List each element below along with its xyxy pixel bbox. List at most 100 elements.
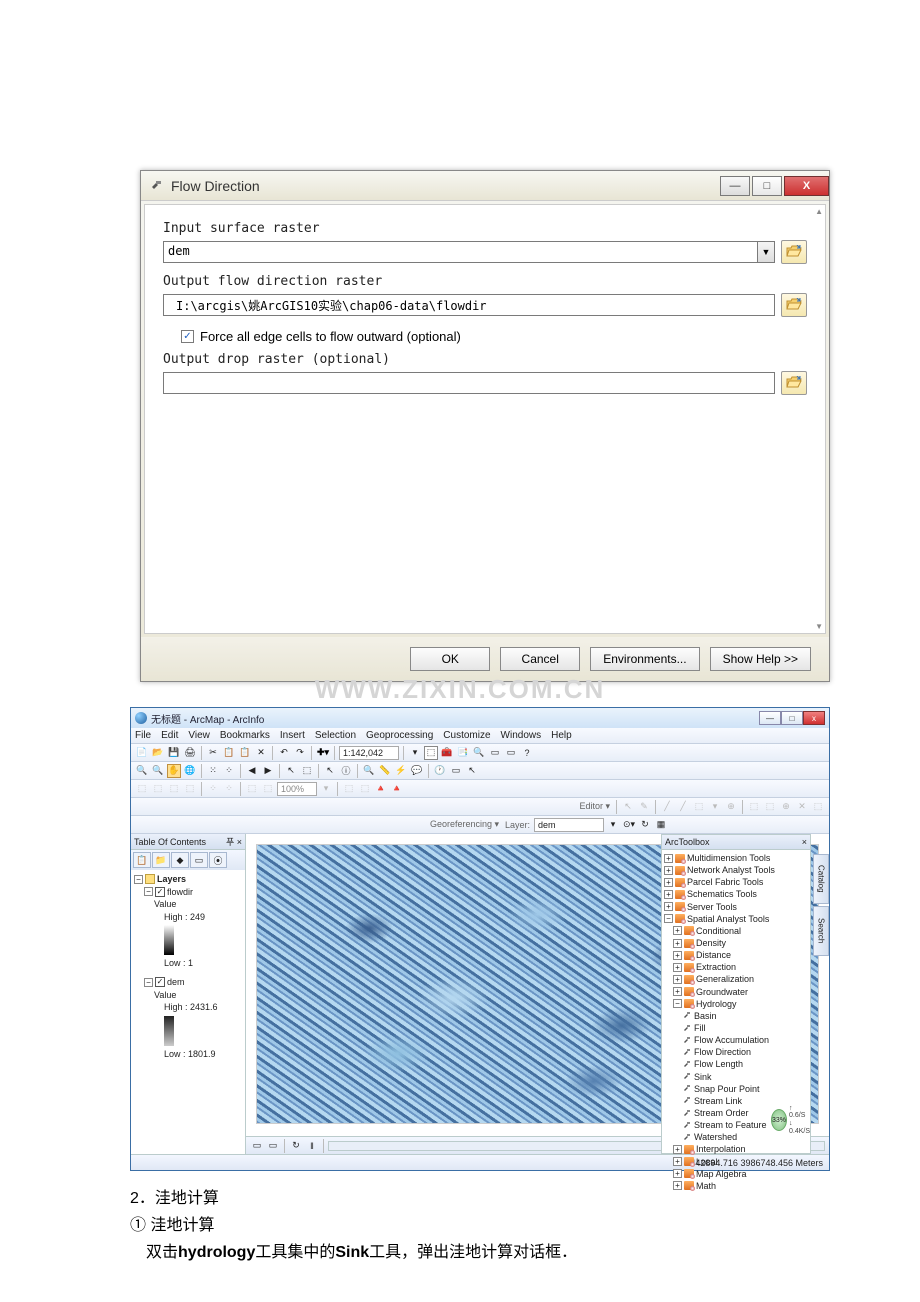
tool-node[interactable]: Flow Length	[664, 1058, 808, 1070]
data-view-icon[interactable]: ▭	[250, 1139, 264, 1153]
browse-drop-button[interactable]	[781, 371, 807, 395]
measure-icon[interactable]: 📏	[378, 764, 392, 778]
print-icon[interactable]: 🖨	[183, 746, 197, 760]
georef-label[interactable]: Georeferencing ▾	[428, 819, 501, 830]
refresh-icon[interactable]: ↻	[289, 1139, 303, 1153]
expander-icon[interactable]: −	[144, 978, 153, 987]
modelbuilder-icon[interactable]: ▭	[504, 746, 518, 760]
edit-icon[interactable]: ⬚	[811, 800, 825, 814]
expander-icon[interactable]: −	[673, 999, 682, 1008]
tool-node[interactable]: Sink	[664, 1071, 808, 1083]
ok-button[interactable]: OK	[410, 647, 490, 671]
dropdown-icon[interactable]: ▼	[757, 241, 775, 263]
copy-icon[interactable]: 📋	[222, 746, 236, 760]
menu-view[interactable]: View	[188, 730, 210, 741]
paste-icon[interactable]: 📋	[238, 746, 252, 760]
expander-icon[interactable]: +	[673, 1169, 682, 1178]
open-icon[interactable]: 📂	[151, 746, 165, 760]
layers-node[interactable]: −Layers	[134, 873, 242, 886]
scroll-down-icon[interactable]: ▼	[815, 622, 823, 631]
edit-icon[interactable]: ╱	[676, 800, 690, 814]
toolbox-node[interactable]: +Groundwater	[664, 986, 808, 998]
edit-icon[interactable]: ⬚	[692, 800, 706, 814]
toolbox-node[interactable]: +Parcel Fabric Tools	[664, 876, 808, 888]
expander-icon[interactable]: +	[664, 866, 673, 875]
find-icon[interactable]: 🔍	[362, 764, 376, 778]
minimize-button[interactable]: —	[720, 176, 750, 196]
dialog-titlebar[interactable]: Flow Direction — □ X	[141, 171, 829, 201]
expander-icon[interactable]: −	[664, 914, 673, 923]
environments-button[interactable]: Environments...	[590, 647, 699, 671]
edit-icon[interactable]: ✎	[637, 800, 651, 814]
icon[interactable]: ⬚	[342, 782, 356, 796]
menu-file[interactable]: File	[135, 730, 151, 741]
expander-icon[interactable]: −	[134, 875, 143, 884]
georef-icon[interactable]: ▾	[606, 818, 620, 832]
expander-icon[interactable]: +	[673, 1157, 682, 1166]
new-icon[interactable]: 📄	[135, 746, 149, 760]
edit-tool-icon[interactable]: ↖	[621, 800, 635, 814]
forward-icon[interactable]: ▶	[261, 764, 275, 778]
cut-icon[interactable]: ✂	[206, 746, 220, 760]
toolbox-node[interactable]: +Extraction	[664, 961, 808, 973]
menu-customize[interactable]: Customize	[443, 730, 490, 741]
scale-box[interactable]: 1:142,042	[339, 746, 399, 760]
menu-edit[interactable]: Edit	[161, 730, 178, 741]
expander-icon[interactable]: +	[673, 926, 682, 935]
arrow-icon[interactable]: ↖	[465, 764, 479, 778]
icon[interactable]: ⬚	[151, 782, 165, 796]
icon[interactable]: ⁘	[222, 782, 236, 796]
expander-icon[interactable]: +	[664, 854, 673, 863]
edit-icon[interactable]: ⬚	[763, 800, 777, 814]
expander-icon[interactable]: +	[664, 878, 673, 887]
toolbox-node[interactable]: +Local	[664, 1156, 808, 1168]
python-icon[interactable]: ▭	[488, 746, 502, 760]
edit-icon[interactable]: ▾	[708, 800, 722, 814]
icon[interactable]: ⬚	[261, 782, 275, 796]
edit-icon[interactable]: ⬚	[747, 800, 761, 814]
rotate-icon[interactable]: ↻	[638, 818, 652, 832]
browse-input-button[interactable]	[781, 240, 807, 264]
select-elements-icon[interactable]: ↖	[323, 764, 337, 778]
tool-node[interactable]: Basin	[664, 1010, 808, 1022]
link-table-icon[interactable]: ▦	[654, 818, 668, 832]
arcmap-maximize-button[interactable]: □	[781, 711, 803, 725]
toolbox-node[interactable]: +Map Algebra	[664, 1168, 808, 1180]
search-icon[interactable]: 🔍	[472, 746, 486, 760]
toolbox-node[interactable]: +Density	[664, 937, 808, 949]
html-popup-icon[interactable]: 💬	[410, 764, 424, 778]
cancel-button[interactable]: Cancel	[500, 647, 580, 671]
tool-node[interactable]: Flow Direction	[664, 1046, 808, 1058]
redo-icon[interactable]: ↷	[293, 746, 307, 760]
input-surface-value[interactable]: dem	[163, 241, 757, 263]
pct-box[interactable]: 100%	[277, 782, 317, 796]
toolbox-node[interactable]: +Generalization	[664, 973, 808, 985]
expander-icon[interactable]: −	[144, 887, 153, 896]
save-icon[interactable]: 💾	[167, 746, 181, 760]
toolbox-node[interactable]: +Multidimension Tools	[664, 852, 808, 864]
toolbox-node[interactable]: +Conditional	[664, 925, 808, 937]
expander-icon[interactable]: +	[664, 902, 673, 911]
icon[interactable]: ⬚	[167, 782, 181, 796]
icon[interactable]: 🔺	[390, 782, 404, 796]
icon[interactable]: 🔺	[374, 782, 388, 796]
force-edge-checkbox[interactable]: ✓	[181, 330, 194, 343]
tool-node[interactable]: Fill	[664, 1022, 808, 1034]
icon[interactable]: ⁘	[206, 782, 220, 796]
catalog-icon[interactable]: 📑	[456, 746, 470, 760]
help-icon[interactable]: ?	[520, 746, 534, 760]
toolbox-node[interactable]: +Interpolation	[664, 1143, 808, 1155]
output-drop-value[interactable]	[163, 372, 775, 394]
toolbox-node[interactable]: +Server Tools	[664, 901, 808, 913]
editor-toolbar-icon[interactable]: ▾	[408, 746, 422, 760]
time-slider-icon[interactable]: 🕐	[433, 764, 447, 778]
tool-node[interactable]: Flow Accumulation	[664, 1034, 808, 1046]
icon[interactable]: ⬚	[245, 782, 259, 796]
toolbox-node[interactable]: −Hydrology	[664, 998, 808, 1010]
icon[interactable]: ▾	[319, 782, 333, 796]
scroll-up-icon[interactable]: ▲	[815, 207, 823, 216]
fixed-zoom-in-icon[interactable]: ⁙	[206, 764, 220, 778]
show-help-button[interactable]: Show Help >>	[710, 647, 811, 671]
expander-icon[interactable]: +	[673, 939, 682, 948]
edit-icon[interactable]: ╱	[660, 800, 674, 814]
